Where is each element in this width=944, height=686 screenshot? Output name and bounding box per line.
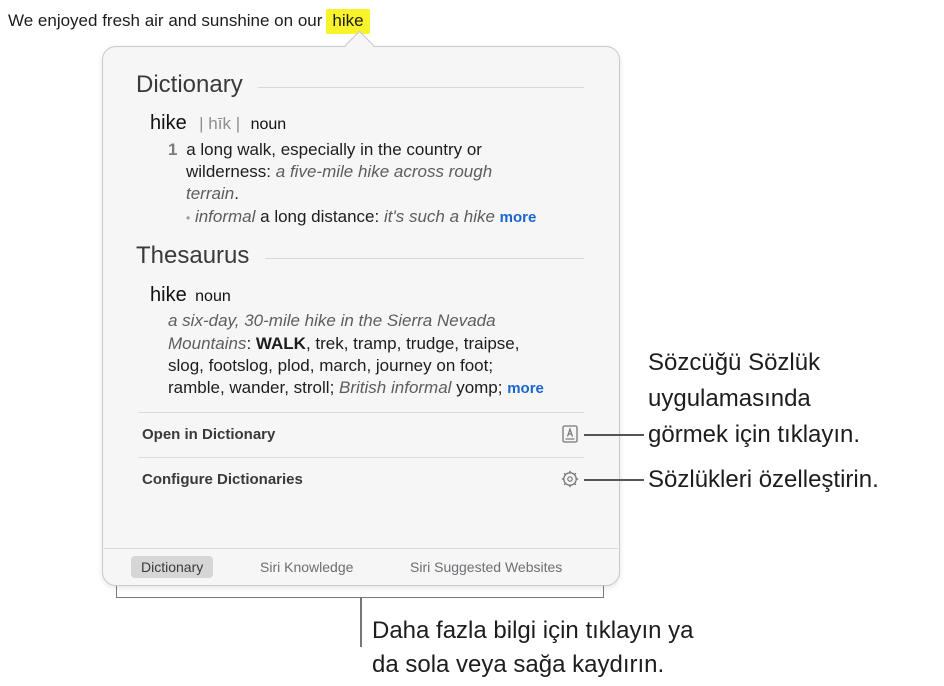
dictionary-divider bbox=[258, 87, 584, 88]
dictionary-headword: hike bbox=[150, 112, 187, 134]
action-divider-top bbox=[138, 412, 584, 413]
thesaurus-divider bbox=[265, 258, 584, 259]
sense-number: 1 bbox=[168, 140, 178, 159]
callout-open-line-1: Sözcüğü Sözlük bbox=[648, 349, 821, 376]
thesaurus-synonyms-line-3: ramble, wander, stroll; British informal… bbox=[168, 377, 544, 400]
subsense-label: informal bbox=[194, 207, 256, 226]
subsense-line: • informal a long distance: it's such a … bbox=[186, 206, 536, 229]
definition-period: . bbox=[234, 184, 239, 203]
callout-tabs-line-1: Daha fazla bilgi için tıklayın ya bbox=[372, 617, 694, 644]
callout-open-leader bbox=[584, 434, 644, 436]
definition-continued: wilderness: bbox=[186, 162, 272, 181]
tabs-bracket-leader bbox=[360, 597, 362, 647]
synonyms-text-3: ramble, wander, stroll; bbox=[168, 378, 335, 397]
dictionary-part-of-speech: noun bbox=[250, 116, 287, 133]
definition-example-end: terrain bbox=[186, 184, 235, 203]
pronunciation: | hīk | bbox=[199, 114, 241, 133]
thesaurus-heading: Thesaurus bbox=[136, 242, 250, 269]
highlighted-word[interactable]: hike bbox=[326, 9, 370, 34]
action-divider-middle bbox=[138, 457, 584, 458]
definition-text: a long walk, especially in the country o… bbox=[186, 140, 482, 159]
context-sentence: We enjoyed fresh air and sunshine on our… bbox=[8, 8, 370, 34]
gear-icon[interactable] bbox=[561, 470, 579, 488]
definition-line-2: wilderness: a five-mile hike across roug… bbox=[186, 161, 492, 183]
thesaurus-headword: hike bbox=[150, 284, 187, 306]
callout-tabs-line-2: da sola veya sağa kaydırın. bbox=[372, 651, 665, 678]
tab-siri-suggested-websites[interactable]: Siri Suggested Websites bbox=[400, 556, 572, 578]
open-in-dictionary-button[interactable]: Open in Dictionary bbox=[142, 426, 275, 443]
tab-dictionary[interactable]: Dictionary bbox=[131, 556, 214, 578]
subsense-example: it's such a hike bbox=[383, 207, 495, 226]
thesaurus-synonyms-line-1: Mountains: WALK, trek, tramp, trudge, tr… bbox=[168, 333, 519, 355]
thesaurus-example-end: Mountains bbox=[168, 334, 247, 353]
dictionary-book-icon[interactable] bbox=[562, 425, 578, 443]
regional-word: yomp; bbox=[456, 378, 503, 397]
thesaurus-example-line-1: a six-day, 30-mile hike in the Sierra Ne… bbox=[168, 310, 496, 332]
thesaurus-example: a six-day, 30-mile hike in the Sierra Ne… bbox=[168, 311, 496, 330]
thesaurus-synonyms-line-2: slog, footslog, plod, march, journey on … bbox=[168, 355, 493, 377]
tab-bar-divider bbox=[102, 548, 618, 549]
callout-open-line-3: görmek için tıklayın. bbox=[648, 421, 861, 448]
configure-dictionaries-button[interactable]: Configure Dictionaries bbox=[142, 471, 303, 488]
thesaurus-more-link[interactable]: more bbox=[507, 380, 544, 397]
callout-configure: Sözlükleri özelleştirin. bbox=[648, 466, 879, 493]
sentence-text: We enjoyed fresh air and sunshine on our bbox=[8, 11, 323, 30]
dictionary-more-link[interactable]: more bbox=[500, 209, 537, 226]
definition-line-1: 1 a long walk, especially in the country… bbox=[168, 139, 482, 161]
main-synonym: WALK bbox=[255, 334, 306, 353]
definition-example: a five-mile hike across rough bbox=[275, 162, 493, 181]
callout-open-line-2: uygulamasında bbox=[648, 385, 811, 412]
tab-siri-knowledge[interactable]: Siri Knowledge bbox=[250, 556, 363, 578]
bullet-icon: • bbox=[186, 211, 191, 225]
dictionary-entry-header: hike | hīk | noun bbox=[150, 112, 286, 135]
thesaurus-part-of-speech: noun bbox=[195, 288, 231, 305]
definition-line-3: terrain. bbox=[186, 183, 239, 205]
dictionary-heading: Dictionary bbox=[136, 71, 243, 98]
thesaurus-colon: : bbox=[246, 334, 252, 353]
callout-configure-leader bbox=[584, 479, 644, 481]
synonyms-text-2: slog, footslog, plod, march, journey on … bbox=[168, 356, 494, 375]
thesaurus-entry-header: hike noun bbox=[150, 284, 231, 307]
subsense-text: a long distance: bbox=[260, 207, 380, 226]
regional-label: British informal bbox=[339, 378, 452, 397]
synonyms-text: , trek, tramp, trudge, traipse, bbox=[305, 334, 520, 353]
